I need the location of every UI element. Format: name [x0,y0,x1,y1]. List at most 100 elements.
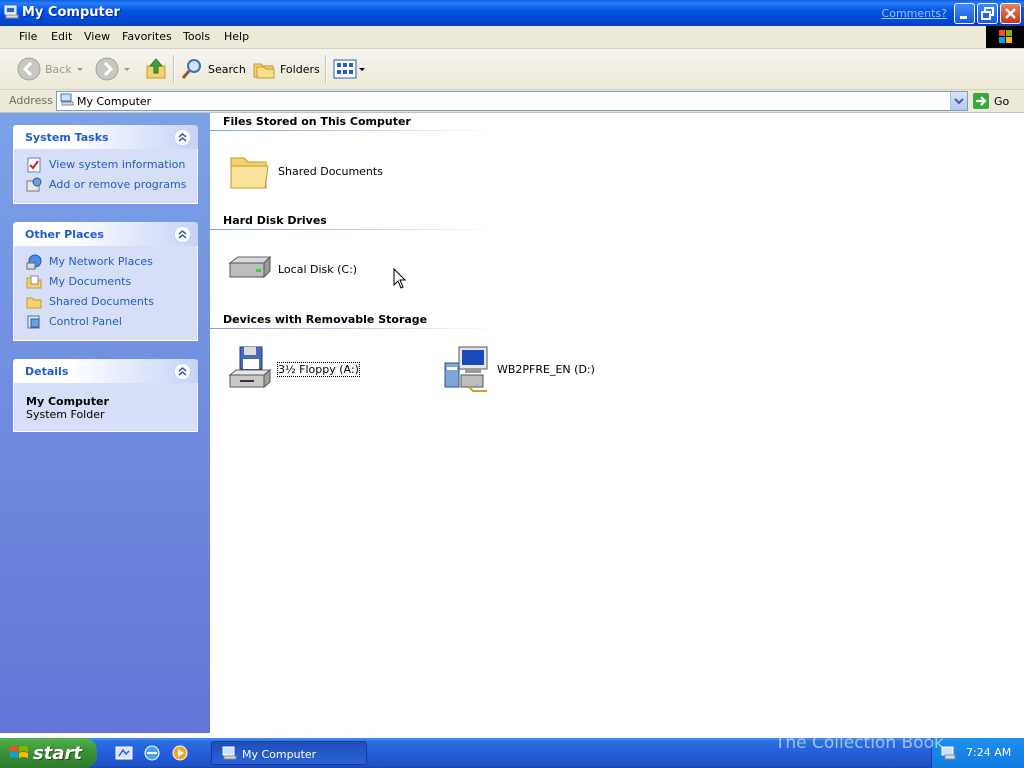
back-arrow-icon [17,57,41,81]
other-places-body: My Network Places My Documents Shared Do… [13,246,198,341]
taskbar-my-computer-label: My Computer [242,748,317,761]
shared-documents-link[interactable]: Shared Documents [14,292,197,312]
chevron-down-icon [76,68,83,71]
group-divider [210,328,500,329]
my-documents-label: My Documents [49,275,132,288]
forward-arrow-icon [95,57,119,81]
collapse-chevron-icon[interactable] [174,363,191,380]
window-title: My Computer [22,5,120,20]
view-system-info-label: View system information [49,158,186,171]
address-dropdown-button[interactable] [950,92,967,110]
toolbar-separator [173,55,175,83]
folders-icon [253,63,275,79]
close-icon [1005,8,1016,19]
wb2pfre-en-d-item[interactable]: WB2PFRE_EN (D:) [443,345,595,393]
details-panel: Details My Computer System Folder [13,359,198,432]
system-tray: 7:24 AM [931,738,1024,768]
shared-documents-item[interactable]: Shared Documents [228,150,383,192]
menu-favorites[interactable]: Favorites [122,30,172,43]
restore-button[interactable] [977,3,998,24]
collapse-chevron-icon[interactable] [174,226,191,243]
views-icon [333,59,357,79]
address-value: My Computer [77,95,152,108]
add-remove-programs-icon [26,177,42,196]
shared-documents-label: Shared Documents [49,295,154,308]
folders-button[interactable]: Folders [252,49,320,89]
title-bar: My Computer Comments? [0,0,1024,26]
shared-documents-item-label: Shared Documents [278,164,383,178]
folders-label: Folders [280,62,320,76]
media-player-icon[interactable] [171,744,189,762]
collapse-chevron-icon[interactable] [174,129,191,146]
system-tasks-title: System Tasks [25,131,109,144]
go-button[interactable]: Go [972,92,1009,110]
menu-edit[interactable]: Edit [51,30,72,43]
group-removable-storage: Devices with Removable Storage [223,313,428,326]
local-disk-c-item[interactable]: Local Disk (C:) [226,249,357,289]
group-files-stored: Files Stored on This Computer [223,115,411,128]
details-header[interactable]: Details [13,359,198,383]
my-documents-link[interactable]: My Documents [14,272,197,292]
hard-disk-icon [228,255,272,279]
comments-link[interactable]: Comments? [882,7,947,20]
wb2pfre-en-d-label: WB2PFRE_EN (D:) [497,362,595,376]
start-label: start [33,743,82,764]
toolbar: Back Search Folders [0,49,1024,90]
add-remove-programs-label: Add or remove programs [49,178,187,191]
details-body: My Computer System Folder [13,383,198,432]
menu-help[interactable]: Help [224,30,249,43]
floppy-drive-icon [228,346,272,389]
chevron-down-icon [954,98,964,105]
back-button[interactable]: Back [17,49,86,89]
menu-view[interactable]: View [84,30,110,43]
show-desktop-icon[interactable] [115,744,133,762]
control-panel-icon [26,314,42,333]
views-button[interactable] [333,49,367,89]
local-disk-c-label: Local Disk (C:) [278,262,358,276]
menu-tools[interactable]: Tools [183,30,210,43]
network-drive-icon [444,346,488,392]
system-info-icon [26,157,42,176]
floppy-a-label: 3½ Floppy (A:) [277,361,360,377]
clock: 7:24 AM [966,746,1012,759]
documents-folder-icon [26,274,42,293]
up-folder-button[interactable] [144,49,168,89]
floppy-a-item[interactable]: 3½ Floppy (A:) [226,345,360,393]
minimize-button[interactable] [954,3,975,24]
start-button[interactable]: start [0,738,97,768]
my-network-places-link[interactable]: My Network Places [14,252,197,272]
control-panel-link[interactable]: Control Panel [14,312,197,332]
my-network-places-label: My Network Places [49,255,153,268]
chevron-down-icon [359,68,365,71]
details-item-type: System Folder [26,408,105,421]
menu-file[interactable]: File [19,30,37,43]
my-computer-icon [222,746,237,760]
go-label: Go [994,94,1010,108]
go-arrow-icon [973,93,989,109]
watermark-text: The Collection Book [775,733,944,753]
task-pane: System Tasks View system information Add… [0,113,210,733]
restore-icon [981,7,994,20]
chevron-down-icon [124,68,130,71]
internet-explorer-icon[interactable] [143,744,161,762]
add-remove-programs-link[interactable]: Add or remove programs [14,175,197,195]
view-system-info-link[interactable]: View system information [14,155,197,175]
group-divider [210,229,500,230]
folder-icon [230,157,269,189]
search-icon [181,59,201,79]
address-input[interactable]: My Computer [56,91,968,111]
taskbar-my-computer-button[interactable]: My Computer [211,741,367,765]
back-label: Back [45,62,72,76]
system-tasks-header[interactable]: System Tasks [13,125,198,149]
other-places-title: Other Places [25,228,104,241]
address-label: Address [9,94,53,107]
mouse-cursor-icon [393,268,407,289]
folder-icon [26,294,42,313]
search-button[interactable]: Search [180,49,246,89]
control-panel-label: Control Panel [49,315,122,328]
other-places-header[interactable]: Other Places [13,222,198,246]
details-title: Details [25,365,69,378]
close-button[interactable] [1000,3,1021,24]
forward-button[interactable] [95,49,133,89]
my-computer-icon [4,5,19,23]
